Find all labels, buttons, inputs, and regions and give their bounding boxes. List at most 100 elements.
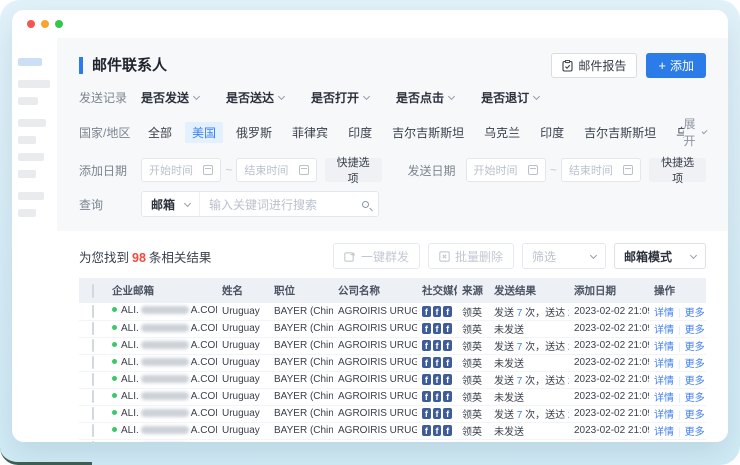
- country-chip[interactable]: 吉尔吉斯斯坦: [385, 122, 471, 143]
- sidebar: [12, 38, 57, 442]
- facebook-icon[interactable]: f: [422, 425, 431, 436]
- facebook-icon[interactable]: f: [422, 340, 431, 351]
- close-window-button[interactable]: [27, 20, 35, 28]
- facebook-icon[interactable]: f: [433, 391, 442, 402]
- expand-toggle[interactable]: 展开: [684, 115, 707, 149]
- minimize-window-button[interactable]: [41, 20, 49, 28]
- add-date-start-input[interactable]: 开始时间: [141, 158, 221, 182]
- sidebar-item[interactable]: [18, 136, 36, 144]
- add-date-quick-options-button[interactable]: 快捷选项: [325, 158, 382, 182]
- send-date-start-input[interactable]: 开始时间: [466, 158, 546, 182]
- email-cell: ALI.A.COM: [107, 303, 217, 320]
- more-link[interactable]: 更多: [685, 325, 706, 336]
- search-icon: [362, 201, 369, 208]
- more-link[interactable]: 更多: [685, 359, 706, 370]
- sidebar-item[interactable]: [18, 119, 46, 127]
- search-input[interactable]: 输入关键词进行搜索: [200, 192, 378, 216]
- filter-select[interactable]: 筛选: [522, 243, 606, 269]
- facebook-icon[interactable]: f: [422, 391, 431, 402]
- send-date-quick-options-button[interactable]: 快捷选项: [649, 158, 706, 182]
- country-chip[interactable]: 全部: [141, 122, 179, 143]
- detail-link[interactable]: 详情: [654, 427, 674, 438]
- detail-link[interactable]: 详情: [654, 342, 674, 353]
- mode-select[interactable]: 邮箱模式: [614, 243, 706, 269]
- row-checkbox[interactable]: [92, 407, 94, 420]
- filter-dropdown-5[interactable]: 是否退订: [481, 89, 539, 106]
- row-checkbox[interactable]: [92, 424, 94, 437]
- country-chip[interactable]: 乌克兰: [669, 122, 683, 143]
- facebook-icon[interactable]: f: [443, 408, 452, 419]
- filter-dropdown-4[interactable]: 是否点击: [396, 89, 454, 106]
- facebook-icon[interactable]: f: [433, 425, 442, 436]
- country-chip[interactable]: 乌克兰: [477, 122, 527, 143]
- facebook-icon[interactable]: f: [433, 323, 442, 334]
- sidebar-item[interactable]: [18, 170, 36, 178]
- company-cell: AGROIRIS URUGUAY: [333, 405, 417, 422]
- more-link[interactable]: 更多: [685, 410, 706, 421]
- facebook-icon[interactable]: f: [443, 323, 452, 334]
- country-chip[interactable]: 印度: [341, 122, 379, 143]
- filter-dropdown-1[interactable]: 是否发送: [141, 89, 199, 106]
- filter-dropdown-3[interactable]: 是否打开: [311, 89, 369, 106]
- row-checkbox[interactable]: [92, 305, 94, 318]
- filter-dropdown-2[interactable]: 是否送达: [226, 89, 284, 106]
- row-checkbox[interactable]: [92, 441, 94, 442]
- detail-link[interactable]: 详情: [654, 359, 674, 370]
- facebook-icon[interactable]: f: [443, 374, 452, 385]
- row-checkbox[interactable]: [92, 356, 94, 369]
- sidebar-item[interactable]: [18, 192, 44, 200]
- detail-link[interactable]: 详情: [654, 308, 674, 319]
- row-checkbox[interactable]: [92, 322, 94, 335]
- maximize-window-button[interactable]: [55, 20, 63, 28]
- more-link[interactable]: 更多: [685, 376, 706, 387]
- sidebar-item[interactable]: [18, 80, 50, 88]
- row-checkbox[interactable]: [92, 390, 94, 403]
- add-date-end-input[interactable]: 结束时间: [236, 158, 316, 182]
- mail-report-button[interactable]: 邮件报告: [551, 53, 637, 78]
- sidebar-item[interactable]: [18, 209, 36, 217]
- country-chip[interactable]: 吉尔吉斯斯坦: [577, 122, 663, 143]
- send-date-end-input[interactable]: 结束时间: [561, 158, 641, 182]
- facebook-icon[interactable]: f: [422, 374, 431, 385]
- facebook-icon[interactable]: f: [433, 340, 442, 351]
- more-link[interactable]: 更多: [685, 308, 706, 319]
- more-link[interactable]: 更多: [685, 393, 706, 404]
- detail-link[interactable]: 详情: [654, 376, 674, 387]
- country-chip-selected[interactable]: 美国: [185, 122, 223, 143]
- row-checkbox[interactable]: [92, 339, 94, 352]
- mass-send-button[interactable]: 一键群发: [333, 243, 420, 269]
- facebook-icon[interactable]: f: [422, 357, 431, 368]
- add-button[interactable]: + 添加: [646, 53, 706, 78]
- select-all-checkbox[interactable]: [92, 284, 94, 298]
- calendar-icon: [623, 165, 633, 175]
- facebook-icon[interactable]: f: [443, 340, 452, 351]
- facebook-icon[interactable]: f: [433, 306, 442, 317]
- detail-link[interactable]: 详情: [654, 393, 674, 404]
- facebook-icon[interactable]: f: [443, 306, 452, 317]
- detail-link[interactable]: 详情: [654, 325, 674, 336]
- facebook-icon[interactable]: f: [422, 323, 431, 334]
- query-field-select[interactable]: 邮箱: [142, 192, 200, 216]
- facebook-icon[interactable]: f: [422, 306, 431, 317]
- facebook-icon[interactable]: f: [433, 374, 442, 385]
- country-chip[interactable]: 菲律宾: [285, 122, 335, 143]
- sidebar-item-active[interactable]: [18, 58, 42, 66]
- facebook-icon[interactable]: f: [433, 357, 442, 368]
- facebook-icon[interactable]: f: [443, 357, 452, 368]
- detail-link[interactable]: 详情: [654, 410, 674, 421]
- sidebar-item[interactable]: [18, 153, 44, 161]
- position-cell: BAYER (China): [269, 354, 333, 371]
- row-checkbox[interactable]: [92, 373, 94, 386]
- facebook-icon[interactable]: f: [422, 408, 431, 419]
- facebook-icon[interactable]: f: [433, 408, 442, 419]
- email-redacted: [141, 341, 189, 349]
- country-chip[interactable]: 俄罗斯: [229, 122, 279, 143]
- batch-delete-button[interactable]: 批量删除: [428, 243, 514, 269]
- facebook-icon[interactable]: f: [443, 391, 452, 402]
- more-link[interactable]: 更多: [685, 342, 706, 353]
- send-result-cell: 未发送: [489, 354, 569, 371]
- facebook-icon[interactable]: f: [443, 425, 452, 436]
- country-chip[interactable]: 印度: [533, 122, 571, 143]
- sidebar-item[interactable]: [18, 97, 38, 105]
- more-link[interactable]: 更多: [685, 427, 706, 438]
